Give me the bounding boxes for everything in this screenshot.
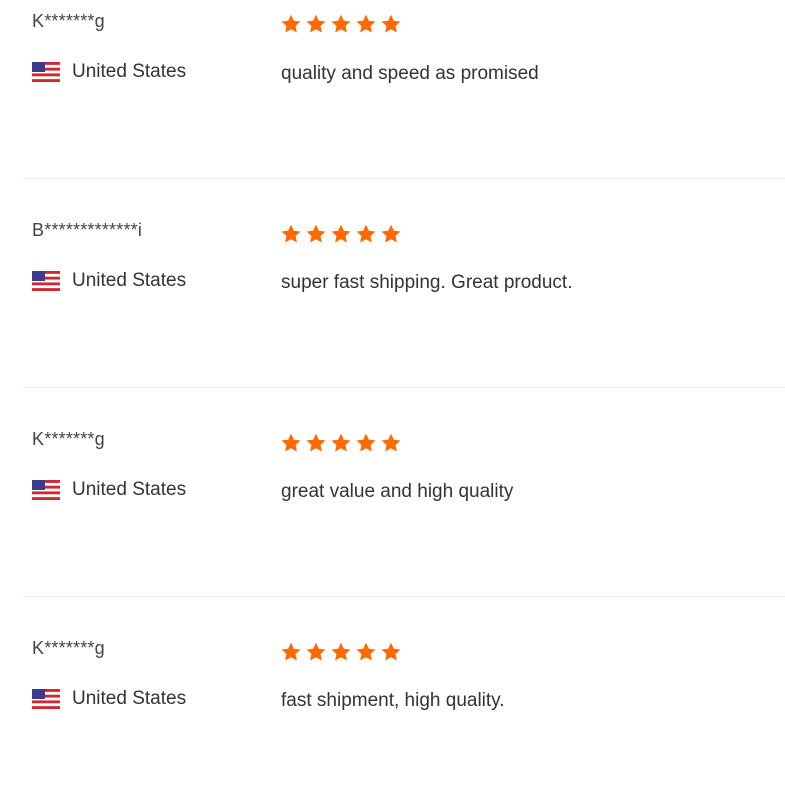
star-rating — [280, 432, 402, 454]
star-icon — [331, 642, 351, 661]
review-list: K*******g United States quality and spee… — [0, 0, 785, 806]
star-icon — [381, 433, 401, 452]
country-name: United States — [72, 61, 187, 82]
review-item: B*************i United States super fast… — [0, 179, 785, 388]
reviewer-country: United States — [32, 688, 186, 710]
reviewer-name: K*******g — [32, 638, 105, 658]
review-item: K*******g United States great value and … — [0, 388, 785, 597]
star-icon — [281, 224, 301, 243]
star-icon — [331, 14, 351, 33]
star-icon — [381, 642, 401, 661]
star-icon — [306, 642, 326, 661]
us-flag-icon — [32, 62, 60, 82]
star-icon — [331, 224, 351, 243]
star-icon — [306, 224, 326, 243]
star-icon — [281, 433, 301, 452]
reviewer-name: B*************i — [32, 220, 143, 240]
star-icon — [381, 224, 401, 243]
reviewer-name: K*******g — [32, 11, 105, 31]
star-icon — [281, 642, 301, 661]
star-icon — [381, 14, 401, 33]
country-name: United States — [72, 270, 187, 291]
star-icon — [331, 433, 351, 452]
country-name: United States — [72, 688, 187, 709]
us-flag-icon — [32, 689, 60, 709]
review-item: K*******g United States quality and spee… — [0, 0, 785, 179]
reviewer-country: United States — [32, 61, 186, 83]
star-icon — [281, 14, 301, 33]
star-icon — [356, 433, 376, 452]
star-icon — [356, 14, 376, 33]
review-comment: fast shipment, high quality. — [281, 690, 505, 711]
us-flag-icon — [32, 271, 60, 291]
star-icon — [306, 14, 326, 33]
review-comment: quality and speed as promised — [281, 63, 539, 84]
country-name: United States — [72, 479, 187, 500]
reviewer-country: United States — [32, 270, 186, 292]
us-flag-icon — [32, 480, 60, 500]
reviewer-country: United States — [32, 479, 186, 501]
star-icon — [306, 433, 326, 452]
review-comment: great value and high quality — [281, 481, 514, 502]
reviewer-name: K*******g — [32, 429, 105, 449]
review-comment: super fast shipping. Great product. — [281, 272, 573, 293]
star-rating — [280, 13, 402, 35]
star-rating — [280, 223, 402, 245]
star-icon — [356, 642, 376, 661]
star-rating — [280, 641, 402, 663]
review-item: K*******g United States fast shipment, h… — [0, 597, 785, 806]
star-icon — [356, 224, 376, 243]
